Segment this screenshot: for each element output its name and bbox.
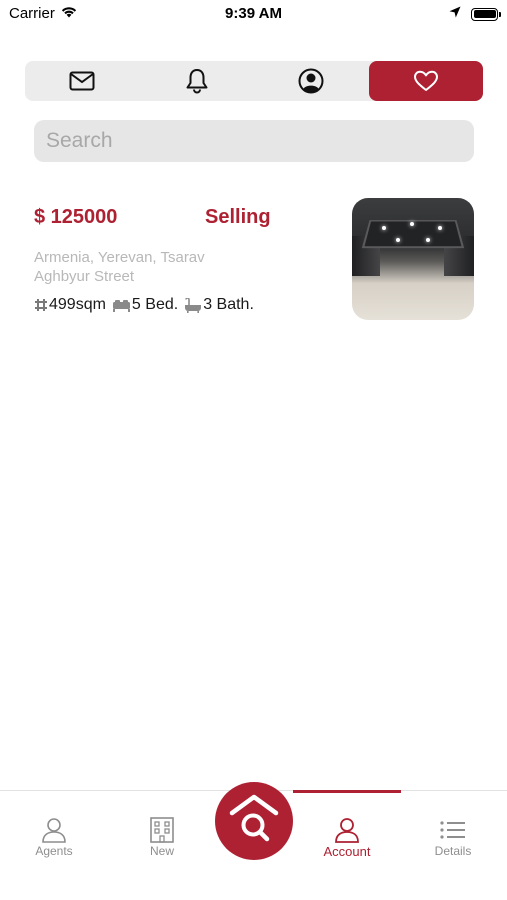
top-segmented-tabs: [25, 61, 483, 101]
tab-details[interactable]: Details: [399, 791, 507, 871]
listing-status: Selling: [205, 206, 271, 228]
mail-icon: [69, 71, 95, 91]
beds-spec: 5 Bed.: [112, 296, 178, 314]
bed-icon: [112, 299, 131, 312]
listing-address: Armenia, Yerevan, Tsarav Aghbyur Street: [34, 249, 205, 285]
tab-new[interactable]: New: [108, 791, 216, 871]
status-right: [449, 5, 501, 23]
listing-price: $ 125000: [34, 206, 118, 228]
tab-profile[interactable]: [254, 61, 369, 101]
home-search-button[interactable]: [215, 782, 293, 860]
beds-value: 5 Bed.: [131, 296, 179, 313]
heart-icon: [413, 70, 439, 92]
tab-account[interactable]: Account: [293, 791, 401, 871]
tab-account-label: Account: [323, 844, 371, 859]
list-icon: [440, 817, 466, 843]
battery-icon: [471, 7, 501, 21]
tab-notifications[interactable]: [140, 61, 255, 101]
baths-spec: 3 Bath.: [184, 296, 254, 314]
search-input[interactable]: [34, 120, 474, 162]
home-search-icon: [226, 793, 282, 850]
tab-new-label: New: [149, 844, 174, 858]
area-spec: 499sqm: [34, 296, 106, 314]
tab-messages[interactable]: [25, 61, 140, 101]
tab-agents[interactable]: Agents: [0, 791, 108, 871]
status-bar: Carrier 9:39 AM: [0, 0, 507, 30]
baths-value: 3 Bath.: [203, 296, 254, 313]
status-time: 9:39 AM: [225, 5, 282, 22]
tab-favorites[interactable]: [368, 61, 483, 101]
tab-agents-label: Agents: [35, 844, 73, 858]
user-circle-icon: [298, 68, 324, 94]
building-icon: [150, 817, 174, 843]
bath-icon: [184, 297, 202, 313]
listing-specs: 499sqm 5 Bed. 3 Bath.: [34, 296, 260, 314]
tab-details-label: Details: [434, 844, 472, 858]
screen: Carrier 9:39 AM Search $ 125000 Selling …: [0, 0, 507, 900]
agent-icon: [41, 817, 67, 843]
bell-icon: [185, 68, 209, 94]
listing-photo[interactable]: [352, 198, 474, 320]
listing-item[interactable]: $ 125000 Selling Armenia, Yerevan, Tsara…: [34, 196, 474, 322]
account-icon: [334, 817, 360, 843]
area-icon: [34, 298, 48, 312]
location-arrow-icon: [449, 5, 461, 23]
area-value: 499sqm: [49, 296, 106, 313]
